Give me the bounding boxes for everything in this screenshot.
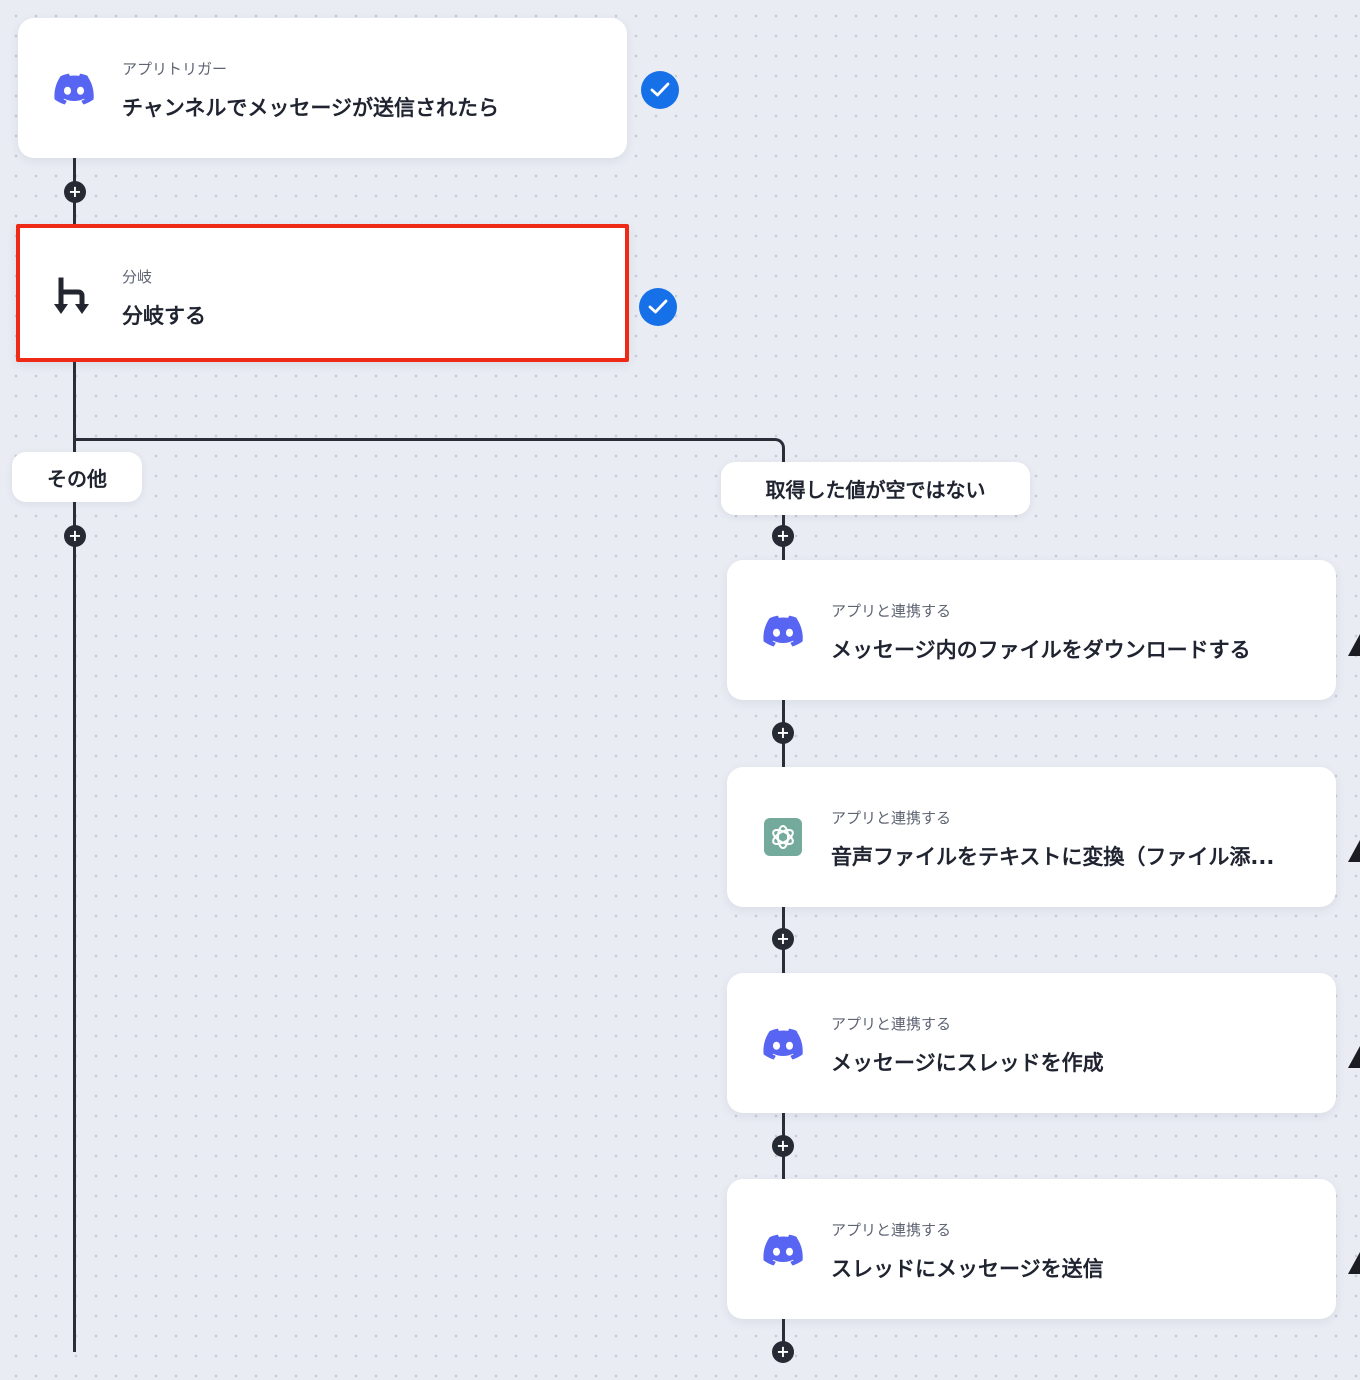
- add-step-button[interactable]: +: [772, 1135, 794, 1157]
- step-type-label: アプリトリガー: [122, 60, 228, 78]
- connector-line: [73, 438, 773, 441]
- step-card[interactable]: アプリと連携する メッセージ内のファイルをダウンロードする: [727, 560, 1336, 700]
- warning-icon: [1348, 1046, 1360, 1068]
- add-step-button[interactable]: +: [64, 181, 86, 203]
- add-step-button[interactable]: +: [772, 525, 794, 547]
- add-step-button[interactable]: +: [772, 722, 794, 744]
- step-type-label: 分岐: [122, 268, 153, 286]
- step-type-label: アプリと連携する: [831, 602, 952, 620]
- warning-icon: [1348, 840, 1360, 862]
- add-step-button[interactable]: +: [772, 1341, 794, 1363]
- branch-label-condition[interactable]: 取得した値が空ではない: [721, 462, 1030, 515]
- discord-icon: [761, 1229, 805, 1273]
- step-title: チャンネルでメッセージが送信されたら: [122, 96, 499, 120]
- connector-line: [73, 362, 76, 1352]
- check-icon: [639, 288, 677, 326]
- check-icon: [641, 71, 679, 109]
- branch-icon: [52, 276, 96, 320]
- openai-icon: [761, 815, 805, 859]
- step-title: スレッドにメッセージを送信: [831, 1257, 1104, 1281]
- step-card[interactable]: アプリと連携する 音声ファイルをテキストに変換（ファイル添...: [727, 767, 1336, 907]
- branch-card[interactable]: 分岐 分岐する: [16, 224, 629, 362]
- discord-icon: [52, 68, 96, 112]
- branch-label-other[interactable]: その他: [12, 452, 142, 502]
- step-title: 分岐する: [122, 304, 206, 328]
- step-card[interactable]: アプリと連携する スレッドにメッセージを送信: [727, 1179, 1336, 1319]
- step-title: メッセージ内のファイルをダウンロードする: [831, 638, 1251, 662]
- step-type-label: アプリと連携する: [831, 1221, 952, 1239]
- warning-icon: [1348, 634, 1360, 656]
- step-title: 音声ファイルをテキストに変換（ファイル添...: [831, 845, 1275, 869]
- warning-icon: [1348, 1252, 1360, 1274]
- step-card[interactable]: アプリと連携する メッセージにスレッドを作成: [727, 973, 1336, 1113]
- step-type-label: アプリと連携する: [831, 1015, 952, 1033]
- discord-icon: [761, 610, 805, 654]
- trigger-card[interactable]: アプリトリガー チャンネルでメッセージが送信されたら: [18, 18, 627, 158]
- flow-canvas: + + + + + + + アプリトリガー チャンネルでメッセージが送信されたら…: [0, 0, 1360, 1380]
- step-title: メッセージにスレッドを作成: [831, 1051, 1104, 1075]
- discord-icon: [761, 1023, 805, 1067]
- add-step-button[interactable]: +: [64, 525, 86, 547]
- step-type-label: アプリと連携する: [831, 809, 952, 827]
- add-step-button[interactable]: +: [772, 928, 794, 950]
